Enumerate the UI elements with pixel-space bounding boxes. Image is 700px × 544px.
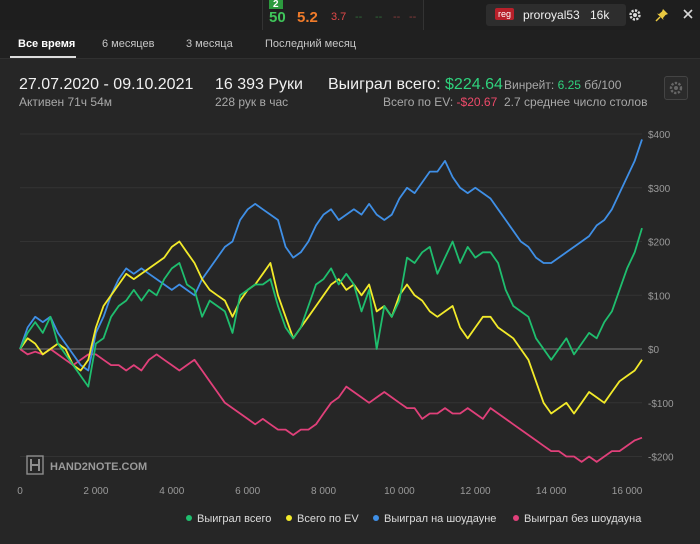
x-tick-label: 4 000: [159, 486, 184, 497]
gear-icon[interactable]: [628, 8, 642, 22]
tab-all-time[interactable]: Все время: [18, 38, 75, 50]
won-value: $224.64: [445, 76, 503, 93]
won-total: Выиграл всего: $224.64: [328, 76, 503, 94]
hands-per-hour: 228 рук в час: [215, 95, 289, 109]
date-range: 27.07.2020 - 09.10.2021: [19, 76, 194, 93]
winrate-unit: бб/100: [584, 78, 622, 92]
legend-dot-ev: [286, 515, 292, 522]
y-tick-label: -$100: [648, 399, 674, 410]
gear-icon: [669, 81, 683, 95]
ev-label: Всего по EV:: [383, 95, 454, 109]
series-line-ev: [19, 240, 643, 415]
period-tabs: Все время 6 месяцев 3 месяца Последний м…: [0, 30, 700, 59]
legend-ev[interactable]: Всего по EV: [286, 513, 359, 525]
chart-grid: [20, 133, 642, 457]
hud-mini-panel[interactable]: 2 50 5.2 3.7 -- -- -- --: [262, 0, 424, 30]
winrate-value: 6.25: [557, 78, 581, 92]
y-axis-labels: $400 $300 $200 $100 $0 -$100 -$200: [648, 130, 674, 464]
tab-last-month[interactable]: Последний месяц: [265, 38, 356, 50]
legend-label-ev: Всего по EV: [297, 513, 359, 525]
y-tick-label: $200: [648, 238, 671, 249]
series-line-won: [19, 227, 643, 388]
user-pill[interactable]: reg proroyal53 16k: [486, 4, 626, 26]
x-tick-label: 14 000: [536, 486, 567, 497]
user-name: proroyal53: [523, 8, 580, 22]
user-tag: reg: [495, 8, 515, 20]
user-count: 16k: [590, 8, 610, 22]
legend-showdown[interactable]: Выиграл на шоудауне: [373, 513, 496, 525]
legend-label-showdown: Выиграл на шоудауне: [384, 513, 497, 525]
legend-dot-nonshowdown: [513, 515, 519, 522]
tab-6-months[interactable]: 6 месяцев: [102, 38, 154, 50]
ev-total: Всего по EV: -$20.67: [383, 95, 497, 109]
x-tick-label: 8 000: [311, 486, 336, 497]
legend-label-nonshowdown: Выиграл без шоудауна: [524, 513, 642, 525]
close-icon[interactable]: [682, 8, 694, 20]
profit-chart: $400 $300 $200 $100 $0 -$100 -$200 0 2 000 4 000…: [17, 130, 674, 497]
pin-icon[interactable]: [655, 8, 669, 22]
hands-count: 16 393 Руки: [215, 76, 303, 93]
tab-3-months[interactable]: 3 месяца: [186, 38, 233, 50]
mini-dash: --: [393, 11, 401, 23]
x-tick-label: 10 000: [384, 486, 415, 497]
x-tick-label: 6 000: [235, 486, 260, 497]
mini-value-orange: 5.2: [297, 9, 318, 26]
mini-value-red: 3.7: [331, 11, 347, 23]
legend-won[interactable]: Выиграл всего: [186, 513, 271, 525]
legend-dot-showdown: [373, 515, 379, 522]
hand2note-logo-icon: [26, 455, 44, 475]
mini-value-green: 50: [269, 9, 286, 26]
legend-dot-won: [186, 515, 192, 522]
y-tick-label: $300: [648, 184, 671, 195]
x-tick-label: 12 000: [460, 486, 491, 497]
winrate: Винрейт: 6.25 бб/100: [504, 78, 621, 92]
active-tab-underline: [10, 56, 76, 58]
mini-dash: --: [375, 11, 383, 23]
y-tick-label: -$200: [648, 453, 674, 464]
y-tick-label: $100: [648, 291, 671, 302]
chart-settings-button[interactable]: [664, 76, 688, 100]
x-tick-label: 2 000: [83, 486, 108, 497]
x-tick-label: 16 000: [612, 486, 643, 497]
avg-tables: 2.7 среднее число столов: [504, 95, 648, 109]
won-label: Выиграл всего:: [328, 76, 441, 93]
series-line-nonshowdown: [19, 348, 643, 463]
y-tick-label: $400: [648, 130, 671, 141]
mini-dash: --: [355, 11, 363, 23]
watermark-text: HAND2NOTE.COM: [50, 461, 147, 473]
watermark: HAND2NOTE.COM: [26, 455, 147, 475]
mini-badge: 2: [269, 0, 283, 10]
series-line-showdown: [19, 139, 643, 372]
y-tick-label: $0: [648, 345, 660, 356]
x-tick-label: 0: [17, 486, 23, 497]
active-time: Активен 71ч 54м: [19, 95, 112, 109]
ev-value: -$20.67: [456, 95, 498, 109]
legend-nonshowdown[interactable]: Выиграл без шоудауна: [513, 513, 641, 525]
mini-dash: --: [409, 11, 417, 23]
x-axis-labels: 0 2 000 4 000 6 000 8 000 10 000 12 000 14 000 1…: [17, 486, 643, 497]
legend-label-won: Выиграл всего: [197, 513, 272, 525]
winrate-label: Винрейт:: [504, 78, 555, 92]
